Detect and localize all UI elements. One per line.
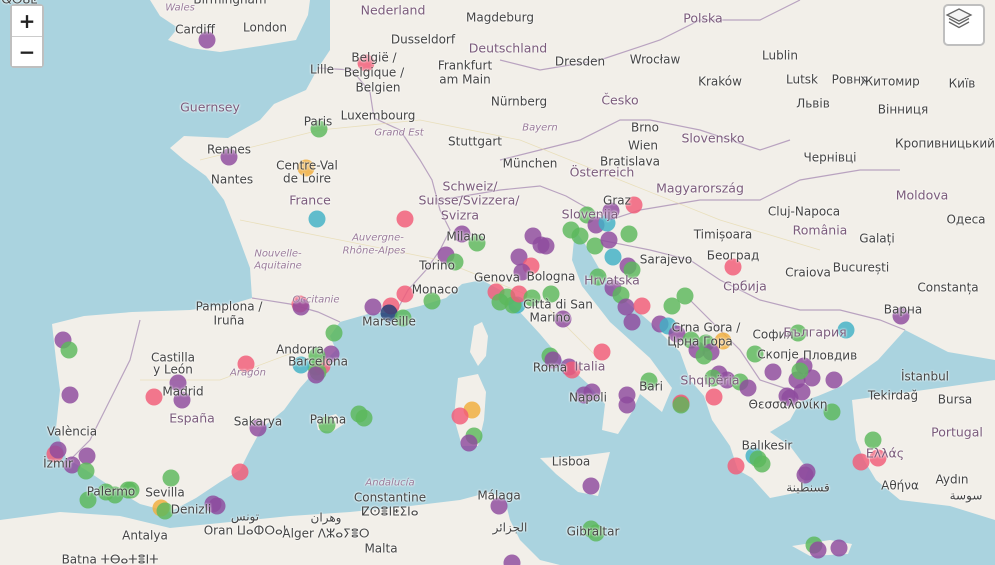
marker-zagreb-2[interactable] [571,227,589,245]
marker-monaco[interactable] [423,292,441,310]
marker-lisboa-5[interactable] [77,462,95,480]
marker-split-2[interactable] [623,261,641,279]
marker-murcia[interactable] [145,388,163,406]
marker-galicia-2[interactable] [60,341,78,359]
marker-beograd[interactable] [724,258,742,276]
marker-croatia-1[interactable] [604,248,622,266]
marker-sanmarino[interactable] [554,310,572,328]
marker-graz[interactable] [625,196,643,214]
marker-marseille-3[interactable] [394,309,412,327]
marker-lisboa-6[interactable] [79,491,97,509]
marker-sevilla-3[interactable] [122,481,140,499]
marker-malaga-3[interactable] [208,497,226,515]
marker-madrid-2[interactable] [173,391,191,409]
marker-napoli-2[interactable] [575,386,593,404]
marker-andalucia-1[interactable] [162,469,180,487]
marker-split-1[interactable] [617,298,635,316]
marker-varna[interactable] [892,307,910,325]
marker-barcelona-8[interactable] [307,366,325,384]
marker-nice[interactable] [396,285,414,303]
layers-button[interactable] [943,4,985,46]
marker-zagreb-5[interactable] [620,225,638,243]
marker-roma-2[interactable] [544,351,562,369]
marker-bosnia-2[interactable] [676,287,694,305]
marker-france[interactable] [308,210,326,228]
marker-thessaloniki-4[interactable] [791,362,809,380]
marker-aragon[interactable] [237,355,255,373]
marker-puglia-2[interactable] [618,396,636,414]
zoom-control: + − [10,4,44,68]
marker-athens-2[interactable] [796,466,814,484]
marker-barcelona-5[interactable] [308,347,326,365]
marker-firenze-4[interactable] [523,289,541,307]
marker-barcelona-4[interactable] [292,356,310,374]
marker-palma-3[interactable] [355,409,373,427]
marker-cadiz-2[interactable] [156,502,174,520]
marker-tunis[interactable] [490,497,508,515]
marker-lille[interactable] [357,54,375,72]
marker-split-3[interactable] [633,297,651,315]
marker-plovdiv[interactable] [825,371,843,389]
marker-malta-2[interactable] [587,524,605,542]
base-map [0,0,995,565]
marker-crete-3[interactable] [830,539,848,557]
marker-skopje-2[interactable] [764,363,782,381]
marker-lisboa-4[interactable] [78,447,96,465]
marker-croatia-5[interactable] [623,313,641,331]
marker-greece-2[interactable] [727,457,745,475]
marker-palermo[interactable] [582,477,600,495]
marker-centre[interactable] [297,159,315,177]
marker-bari[interactable] [640,372,658,390]
zoom-out-button[interactable]: − [12,36,42,66]
marker-sofia[interactable] [789,324,807,342]
marker-paris[interactable] [310,120,328,138]
zoom-in-button[interactable]: + [12,6,42,36]
marker-thrace-1[interactable] [778,387,796,405]
layers-icon [945,8,973,29]
marker-lisboa-2[interactable] [49,441,67,459]
marker-madrid-1[interactable] [169,374,187,392]
marker-firenze-1[interactable] [513,263,531,281]
marker-portugal-1[interactable] [61,386,79,404]
marker-roma-4[interactable] [563,361,581,379]
marker-crete-2[interactable] [809,541,827,559]
marker-istanbul-area[interactable] [864,431,882,449]
map[interactable]: WalesBirminghamCardiffLondonNederlandBel… [0,0,995,565]
marker-zagreb-4[interactable] [600,231,618,249]
marker-izmir-1[interactable] [852,453,870,471]
marker-verona-3[interactable] [542,285,560,303]
marker-torino-2[interactable] [446,253,464,271]
marker-cardiff[interactable] [198,31,216,49]
marker-bulgaria-teal[interactable] [837,321,855,339]
marker-greece-4[interactable] [753,455,771,473]
marker-thrace-2[interactable] [739,379,757,397]
marker-adriatic-1[interactable] [593,343,611,361]
marker-malaga-1[interactable] [231,463,249,481]
marker-valencia[interactable] [249,419,267,437]
marker-verona-2[interactable] [532,236,550,254]
marker-rennes[interactable] [220,148,238,166]
marker-izmir-2[interactable] [869,449,887,467]
marker-barcelona-6[interactable] [325,324,343,342]
marker-croatia-2[interactable] [589,268,607,286]
marker-slovenia-4[interactable] [602,202,620,220]
marker-toulouse-2[interactable] [292,298,310,316]
marker-marseille-1[interactable] [364,298,382,316]
marker-milano-1[interactable] [453,225,471,243]
marker-lyon[interactable] [396,210,414,228]
marker-sardegna-4[interactable] [460,434,478,452]
marker-sardegna-2[interactable] [451,407,469,425]
marker-montenegro-7[interactable] [695,347,713,365]
marker-albania-7[interactable] [672,396,690,414]
marker-turkey-1[interactable] [823,403,841,421]
marker-milano-2[interactable] [468,234,486,252]
marker-palma-1[interactable] [318,416,336,434]
marker-albania-5[interactable] [705,388,723,406]
marker-skopje[interactable] [746,345,764,363]
